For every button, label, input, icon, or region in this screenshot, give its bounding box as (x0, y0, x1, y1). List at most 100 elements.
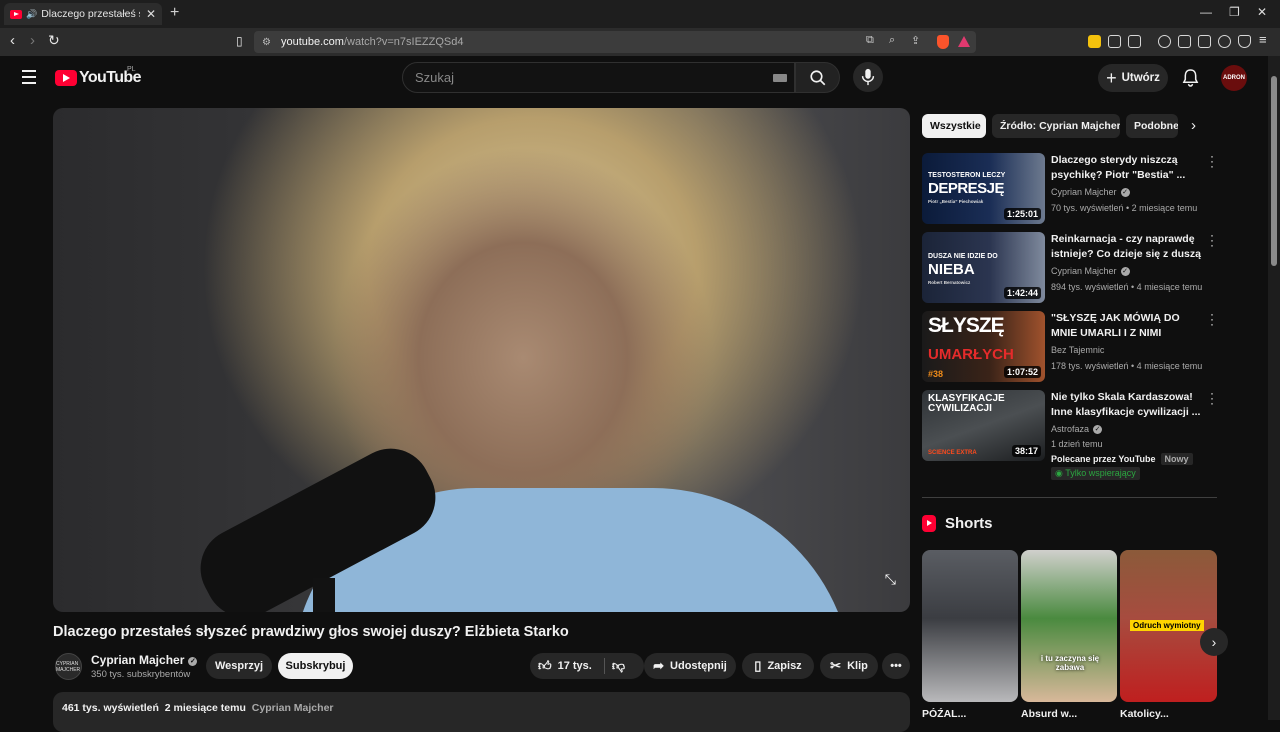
browser-toolbar: ‹ › ↻ ▯ ⚙ youtube.com/watch?v=n7sIEZZQSd… (0, 28, 1280, 56)
more-actions-button[interactable]: ••• (882, 653, 910, 679)
recommendation-channel: Cyprian Majcher ✓ (1051, 266, 1130, 276)
save-icon: ▯ (754, 658, 762, 673)
url-host: youtube.com (280, 36, 344, 48)
share-button[interactable]: ➦ Udostępnij (644, 653, 736, 679)
subscriber-count: 350 tys. subskrybentów (91, 669, 191, 680)
short-title[interactable]: Katolicy... (1120, 708, 1216, 720)
more-options-icon[interactable]: · · · (1208, 150, 1216, 172)
recommendation-title: Dlaczego sterydy niszczą psychikę? Piotr… (1051, 154, 1186, 181)
more-options-icon[interactable]: · · · (1208, 229, 1216, 251)
short-caption: i tu zaczyna się zabawa (1040, 654, 1100, 672)
bookmark-icon[interactable]: ▯ (236, 34, 243, 48)
duration-badge: 1:42:44 (1003, 287, 1041, 299)
account-avatar[interactable]: ADRON (1221, 65, 1247, 91)
search-input[interactable]: Szukaj (402, 62, 795, 93)
dislike-button[interactable]: 👎︎ (612, 658, 625, 674)
promoted-label: Polecane przez YouTube Nowy (1051, 453, 1193, 465)
save-button[interactable]: ▯ Zapisz (742, 653, 814, 679)
notifications-bell-icon[interactable] (1182, 68, 1199, 87)
recommendation-item[interactable]: SŁYSZĘ UMARŁYCH #38 1:07:52 "SŁYSZĘ JAK … (922, 308, 1222, 385)
recommendation-item[interactable]: DUSZA NIE IDZIE DO NIEBA Robert Bernatow… (922, 229, 1222, 306)
more-options-icon[interactable]: · · · (1208, 387, 1216, 409)
create-button[interactable]: + Utwórz (1098, 64, 1168, 92)
recommendation-meta: 178 tys. wyświetleń • 4 miesiące temu (1051, 361, 1203, 371)
recommendation-title: Nie tylko Skala Kardaszowa! Inne klasyfi… (1051, 391, 1201, 418)
close-window-icon[interactable]: ✕ (1257, 5, 1267, 19)
youtube-play-icon (55, 70, 77, 86)
more-options-icon[interactable]: · · · (1208, 308, 1216, 330)
chevron-right-icon: › (1211, 634, 1217, 650)
channel-avatar[interactable]: CYPRIAN MAJCHER (55, 653, 82, 680)
video-player[interactable]: ⤡ (53, 108, 910, 612)
recommendation-title: Reinkarnacja - czy naprawdę istnieje? Co… (1051, 233, 1201, 260)
recommendation-channel: Astrofaza ✓ (1051, 424, 1103, 434)
browser-tab[interactable]: 🔊 Dlaczego przestałeś słyszeć p ✕ (4, 3, 162, 25)
recommendation-item[interactable]: TESTOSTERON LECZY DEPRESJĘ Piotr „Bestia… (922, 150, 1222, 227)
video-thumbnail[interactable]: TESTOSTERON LECZY DEPRESJĘ Piotr „Bestia… (922, 153, 1045, 224)
vpn-shield-icon[interactable] (1238, 35, 1251, 48)
short-card[interactable]: i tu zaczyna się zabawa (1021, 550, 1117, 702)
short-card[interactable]: Odruch wymiotny (1120, 550, 1217, 702)
shorts-next-button[interactable]: › (1200, 628, 1228, 656)
back-icon[interactable]: ‹ (10, 32, 15, 49)
open-external-icon[interactable]: ⧉ (866, 34, 874, 47)
site-settings-icon[interactable]: ⚙ (262, 37, 271, 48)
scrollbar-thumb[interactable] (1271, 76, 1277, 266)
close-tab-icon[interactable]: ✕ (146, 7, 156, 21)
avatar-text: ADRON (1223, 75, 1245, 81)
short-title[interactable]: PÓŹAL... (922, 708, 1018, 720)
chip-from-channel[interactable]: Źródło: Cyprian Majcher (992, 114, 1120, 138)
thumbs-down-icon: 👎︎ (611, 658, 626, 673)
duration-badge: 38:17 (1011, 445, 1041, 457)
clip-button[interactable]: ✂ Klip (820, 653, 878, 679)
menu-icon[interactable]: ≡ (1259, 32, 1267, 47)
verified-icon: ✓ (1093, 425, 1103, 434)
chevron-right-icon[interactable]: › (1191, 117, 1196, 134)
support-button[interactable]: Wesprzyj (206, 653, 272, 679)
youtube-logo[interactable]: YouTube PL (55, 66, 141, 87)
chip-all[interactable]: Wszystkie (922, 114, 986, 138)
shorts-heading: Shorts (922, 515, 993, 532)
rewards-icon[interactable] (958, 36, 970, 47)
hamburger-menu-icon[interactable] (22, 70, 36, 88)
share-icon[interactable]: ⇪ (911, 34, 920, 47)
sidebar-icon[interactable] (1178, 35, 1191, 48)
new-tab-button[interactable]: + (170, 4, 179, 22)
duration-badge: 1:07:52 (1003, 366, 1041, 378)
voice-search-button[interactable] (853, 62, 883, 92)
video-thumbnail[interactable]: DUSZA NIE IDZIE DO NIEBA Robert Bernatow… (922, 232, 1045, 303)
video-thumbnail[interactable]: KLASYFIKACJE CYWILIZACJI SCIENCE EXTRA 3… (922, 390, 1045, 461)
music-icon[interactable] (1158, 35, 1171, 48)
short-card[interactable] (922, 550, 1018, 702)
speaker-icon[interactable]: 🔊 (26, 9, 37, 20)
search-button[interactable] (795, 62, 840, 93)
zoom-icon[interactable]: ⌕ (889, 34, 895, 47)
brave-shields-icon[interactable] (937, 35, 949, 49)
forward-icon[interactable]: › (30, 32, 35, 49)
minimize-icon[interactable]: — (1200, 5, 1212, 19)
recommendation-item[interactable]: KLASYFIKACJE CYWILIZACJI SCIENCE EXTRA 3… (922, 387, 1222, 482)
page-scrollbar[interactable] (1268, 56, 1280, 720)
browser-tab-strip: 🔊 Dlaczego przestałeś słyszeć p ✕ + — ❐ … (0, 0, 1280, 28)
reload-icon[interactable]: ↻ (48, 32, 60, 49)
subscribe-button[interactable]: Subskrybuj (278, 653, 353, 679)
description-box[interactable]: 461 tys. wyświetleń 2 miesiące temu Cypr… (53, 692, 910, 732)
video-thumbnail[interactable]: SŁYSZĘ UMARŁYCH #38 1:07:52 (922, 311, 1045, 382)
fullscreen-icon[interactable]: ⤡ (885, 571, 896, 588)
keyboard-icon[interactable] (773, 74, 787, 82)
maximize-icon[interactable]: ❐ (1229, 5, 1240, 19)
recommendation-meta: 70 tys. wyświetleń • 2 miesiące temu (1051, 203, 1198, 213)
extension-icon[interactable] (1088, 35, 1101, 48)
short-title[interactable]: Absurd w... (1021, 708, 1117, 720)
screenshot-icon[interactable] (1128, 35, 1141, 48)
short-caption: Odruch wymiotny (1130, 620, 1204, 631)
extensions-puzzle-icon[interactable] (1108, 35, 1121, 48)
leo-ai-icon[interactable] (1218, 35, 1231, 48)
like-button[interactable]: 👍︎ (538, 658, 552, 674)
channel-name[interactable]: Cyprian Majcher ✓ (91, 653, 198, 667)
verified-icon: ✓ (1120, 188, 1130, 197)
chip-related[interactable]: Podobne (1126, 114, 1178, 138)
recommendation-meta: 894 tys. wyświetleń • 4 miesiące temu (1051, 282, 1203, 292)
tab-title: Dlaczego przestałeś słyszeć p (41, 8, 140, 20)
wallet-icon[interactable] (1198, 35, 1211, 48)
